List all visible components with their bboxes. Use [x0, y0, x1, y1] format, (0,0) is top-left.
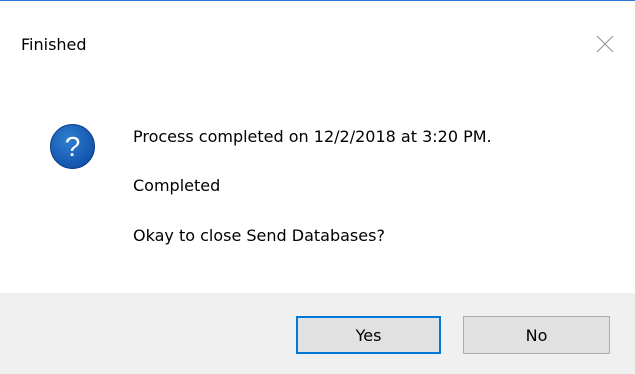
message-line-status: Process completed on 12/2/2018 at 3:20 P… [133, 127, 492, 146]
svg-text:?: ? [65, 131, 81, 162]
message-dialog: Finished ? Process completed on 12/2/201 [0, 0, 635, 374]
close-icon [596, 35, 614, 53]
message-line-question: Okay to close Send Databases? [133, 226, 385, 245]
question-icon: ? [49, 123, 96, 170]
title-bar: Finished [0, 1, 635, 85]
dialog-content: ? Process completed on 12/2/2018 at 3:20… [0, 85, 635, 293]
dialog-title: Finished [21, 35, 87, 54]
message-line-completed: Completed [133, 176, 221, 195]
no-button[interactable]: No [463, 316, 610, 354]
button-bar: Yes No [0, 293, 635, 374]
close-button[interactable] [592, 31, 618, 57]
yes-button[interactable]: Yes [296, 316, 441, 354]
